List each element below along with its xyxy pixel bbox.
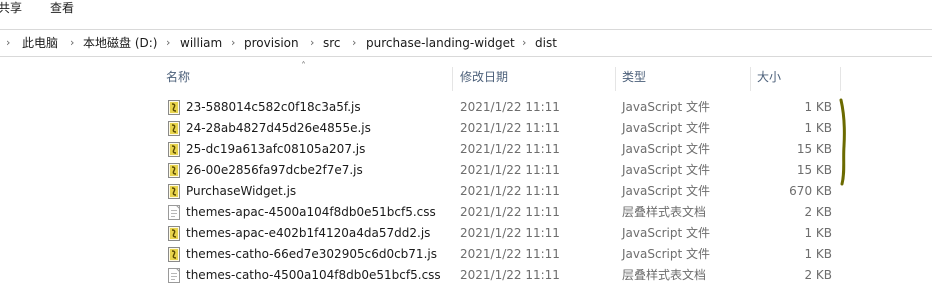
menu-bar: 共享 查看: [0, 0, 932, 18]
breadcrumb-separator-icon[interactable]: ›: [166, 30, 170, 56]
file-type: JavaScript 文件: [622, 184, 710, 198]
file-type: JavaScript 文件: [622, 163, 710, 177]
file-size: 2 KB: [804, 268, 832, 282]
breadcrumb-william[interactable]: william: [180, 30, 222, 56]
file-type: JavaScript 文件: [622, 121, 710, 135]
file-row[interactable]: themes-catho-66ed7e302905c6d0cb71.js 202…: [0, 244, 932, 265]
file-name: themes-apac-e402b1f4120a4da57dd2.js: [186, 226, 431, 240]
file-size: 1 KB: [804, 226, 832, 240]
file-date: 2021/1/22 11:11: [460, 268, 560, 282]
js-file-icon: [168, 100, 180, 115]
file-size: 1 KB: [804, 247, 832, 261]
column-divider[interactable]: [615, 67, 616, 91]
breadcrumb-provision[interactable]: provision: [244, 30, 299, 56]
file-name: 24-28ab4827d45d26e4855e.js: [186, 121, 371, 135]
breadcrumb-separator-icon[interactable]: ›: [70, 30, 74, 56]
css-file-icon: [168, 205, 180, 220]
hand-drawn-bracket-annotation: [839, 98, 846, 186]
address-bar[interactable]: › 此电脑 › 本地磁盘 (D:) › william › provision …: [0, 29, 932, 57]
file-name: PurchaseWidget.js: [186, 184, 297, 198]
js-file-icon: [168, 142, 180, 157]
file-size: 2 KB: [804, 205, 832, 219]
file-name: themes-apac-4500a104f8db0e51bcf5.css: [186, 205, 436, 219]
breadcrumb-separator-icon[interactable]: ›: [231, 30, 235, 56]
column-divider[interactable]: [452, 67, 453, 91]
file-type: 层叠样式表文档: [622, 268, 707, 282]
file-row[interactable]: themes-apac-4500a104f8db0e51bcf5.css 202…: [0, 202, 932, 223]
css-file-icon: [168, 268, 180, 283]
file-date: 2021/1/22 11:11: [460, 226, 560, 240]
file-name: 25-dc19a613afc08105a207.js: [186, 142, 366, 156]
menu-share[interactable]: 共享: [0, 0, 22, 16]
file-type: JavaScript 文件: [622, 142, 710, 156]
breadcrumb-src[interactable]: src: [323, 30, 341, 56]
js-file-icon: [168, 184, 180, 199]
file-type: JavaScript 文件: [622, 100, 710, 114]
column-divider[interactable]: [840, 67, 841, 91]
breadcrumb-local-disk[interactable]: 本地磁盘 (D:): [83, 30, 157, 56]
file-row[interactable]: PurchaseWidget.js 2021/1/22 11:11 JavaSc…: [0, 181, 932, 202]
file-name: 26-00e2856fa97dcbe2f7e7.js: [186, 163, 363, 177]
column-header-date[interactable]: 修改日期: [460, 63, 508, 91]
column-header-row: ˄ 名称 修改日期 类型 大小: [0, 61, 932, 91]
breadcrumb-separator-icon[interactable]: ›: [352, 30, 356, 56]
js-file-icon: [168, 247, 180, 262]
file-size: 15 KB: [796, 142, 832, 156]
file-type: 层叠样式表文档: [622, 205, 707, 219]
file-date: 2021/1/22 11:11: [460, 247, 560, 261]
file-row[interactable]: themes-apac-e402b1f4120a4da57dd2.js 2021…: [0, 223, 932, 244]
column-header-size[interactable]: 大小: [757, 63, 781, 91]
file-row[interactable]: 25-dc19a613afc08105a207.js 2021/1/22 11:…: [0, 139, 932, 160]
file-name: themes-catho-66ed7e302905c6d0cb71.js: [186, 247, 437, 261]
menu-view[interactable]: 查看: [50, 0, 74, 16]
file-date: 2021/1/22 11:11: [460, 100, 560, 114]
file-row[interactable]: 23-588014c582c0f18c3a5f.js 2021/1/22 11:…: [0, 97, 932, 118]
breadcrumb-separator-icon[interactable]: ›: [6, 30, 10, 56]
file-type: JavaScript 文件: [622, 247, 710, 261]
sort-ascending-icon: ˄: [301, 61, 306, 72]
file-date: 2021/1/22 11:11: [460, 205, 560, 219]
file-row[interactable]: 24-28ab4827d45d26e4855e.js 2021/1/22 11:…: [0, 118, 932, 139]
file-size: 670 KB: [789, 184, 832, 198]
js-file-icon: [168, 163, 180, 178]
column-divider[interactable]: [750, 67, 751, 91]
file-row[interactable]: themes-catho-4500a104f8db0e51bcf5.css 20…: [0, 265, 932, 286]
file-row[interactable]: 26-00e2856fa97dcbe2f7e7.js 2021/1/22 11:…: [0, 160, 932, 181]
file-name: 23-588014c582c0f18c3a5f.js: [186, 100, 361, 114]
file-date: 2021/1/22 11:11: [460, 142, 560, 156]
breadcrumb-separator-icon[interactable]: ›: [522, 30, 526, 56]
column-header-name[interactable]: 名称: [166, 63, 190, 91]
file-size: 1 KB: [804, 100, 832, 114]
column-header-type[interactable]: 类型: [622, 63, 646, 91]
js-file-icon: [168, 226, 180, 241]
file-date: 2021/1/22 11:11: [460, 163, 560, 177]
file-type: JavaScript 文件: [622, 226, 710, 240]
breadcrumb-separator-icon[interactable]: ›: [310, 30, 314, 56]
breadcrumb-this-pc[interactable]: 此电脑: [22, 30, 58, 56]
breadcrumb-purchase-landing-widget[interactable]: purchase-landing-widget: [366, 30, 515, 56]
js-file-icon: [168, 121, 180, 136]
file-date: 2021/1/22 11:11: [460, 184, 560, 198]
file-name: themes-catho-4500a104f8db0e51bcf5.css: [186, 268, 441, 282]
file-size: 1 KB: [804, 121, 832, 135]
file-date: 2021/1/22 11:11: [460, 121, 560, 135]
file-size: 15 KB: [796, 163, 832, 177]
breadcrumb-dist[interactable]: dist: [535, 30, 557, 56]
